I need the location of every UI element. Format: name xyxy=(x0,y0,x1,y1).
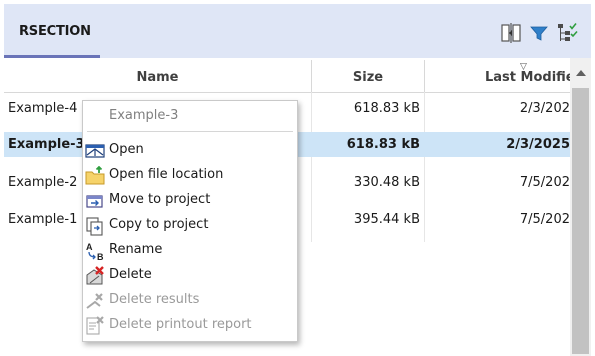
menu-item-delete-results: Delete results xyxy=(83,288,297,313)
menu-item-label: Rename xyxy=(109,242,163,257)
table-header: Name Size ▽ Last Modified xyxy=(4,58,591,93)
copy-to-project-icon xyxy=(85,216,105,236)
menu-item-label: Delete xyxy=(109,267,152,282)
delete-results-icon xyxy=(85,291,105,311)
delete-printout-icon xyxy=(85,316,105,336)
vertical-scrollbar[interactable] xyxy=(570,58,591,356)
columns-layout-icon[interactable] xyxy=(500,22,522,44)
menu-item-delete-printout-report: Delete printout report xyxy=(83,313,297,338)
file-size: 618.83 kB xyxy=(346,137,420,152)
menu-item-rename[interactable]: A B Rename xyxy=(83,238,297,263)
open-model-icon xyxy=(85,141,105,161)
svg-text:A: A xyxy=(86,242,93,252)
rename-icon: A B xyxy=(85,241,105,262)
tab-label: RSECTION xyxy=(19,24,91,39)
folder-icon xyxy=(85,165,105,186)
menu-item-label: Delete results xyxy=(109,292,200,307)
file-modified: 7/5/202 xyxy=(519,212,570,227)
file-size: 395.44 kB xyxy=(353,212,420,227)
menu-item-label: Open xyxy=(109,142,144,157)
menu-item-label: Open file location xyxy=(109,167,224,182)
column-header-size[interactable]: Size xyxy=(312,58,424,92)
column-header-name[interactable]: Name xyxy=(4,58,311,92)
tab-rsection[interactable]: RSECTION xyxy=(4,4,100,58)
menu-item-label: Copy to project xyxy=(109,217,209,232)
file-size: 330.48 kB xyxy=(353,175,420,190)
context-menu-title: Example-3 xyxy=(109,108,179,123)
menu-separator xyxy=(87,131,293,132)
filter-icon[interactable] xyxy=(528,22,550,44)
file-size: 618.83 kB xyxy=(353,101,420,116)
column-divider[interactable] xyxy=(424,60,425,92)
svg-text:B: B xyxy=(97,252,104,261)
menu-item-delete[interactable]: Delete xyxy=(83,263,297,288)
column-header-last-modified[interactable]: Last Modified xyxy=(485,58,571,92)
tree-view-icon[interactable] xyxy=(556,22,578,44)
toolbar: RSECTION xyxy=(4,4,591,58)
file-modified: 2/3/2025 xyxy=(506,137,570,152)
file-modified: 7/5/202 xyxy=(519,175,570,190)
delete-icon xyxy=(85,266,105,286)
scroll-thumb[interactable] xyxy=(572,88,589,354)
menu-item-label: Delete printout report xyxy=(109,317,252,332)
move-to-project-icon xyxy=(85,191,105,211)
scroll-up-arrow-icon[interactable] xyxy=(576,70,586,76)
menu-item-copy-to-project[interactable]: Copy to project xyxy=(83,213,297,238)
context-menu: Example-3 Open Open file location Move t… xyxy=(82,100,298,342)
menu-item-open-file-location[interactable]: Open file location xyxy=(83,163,297,188)
file-modified: 2/3/202 xyxy=(519,101,570,116)
menu-item-label: Move to project xyxy=(109,192,211,207)
menu-item-move-to-project[interactable]: Move to project xyxy=(83,188,297,213)
menu-item-open[interactable]: Open xyxy=(83,138,297,163)
